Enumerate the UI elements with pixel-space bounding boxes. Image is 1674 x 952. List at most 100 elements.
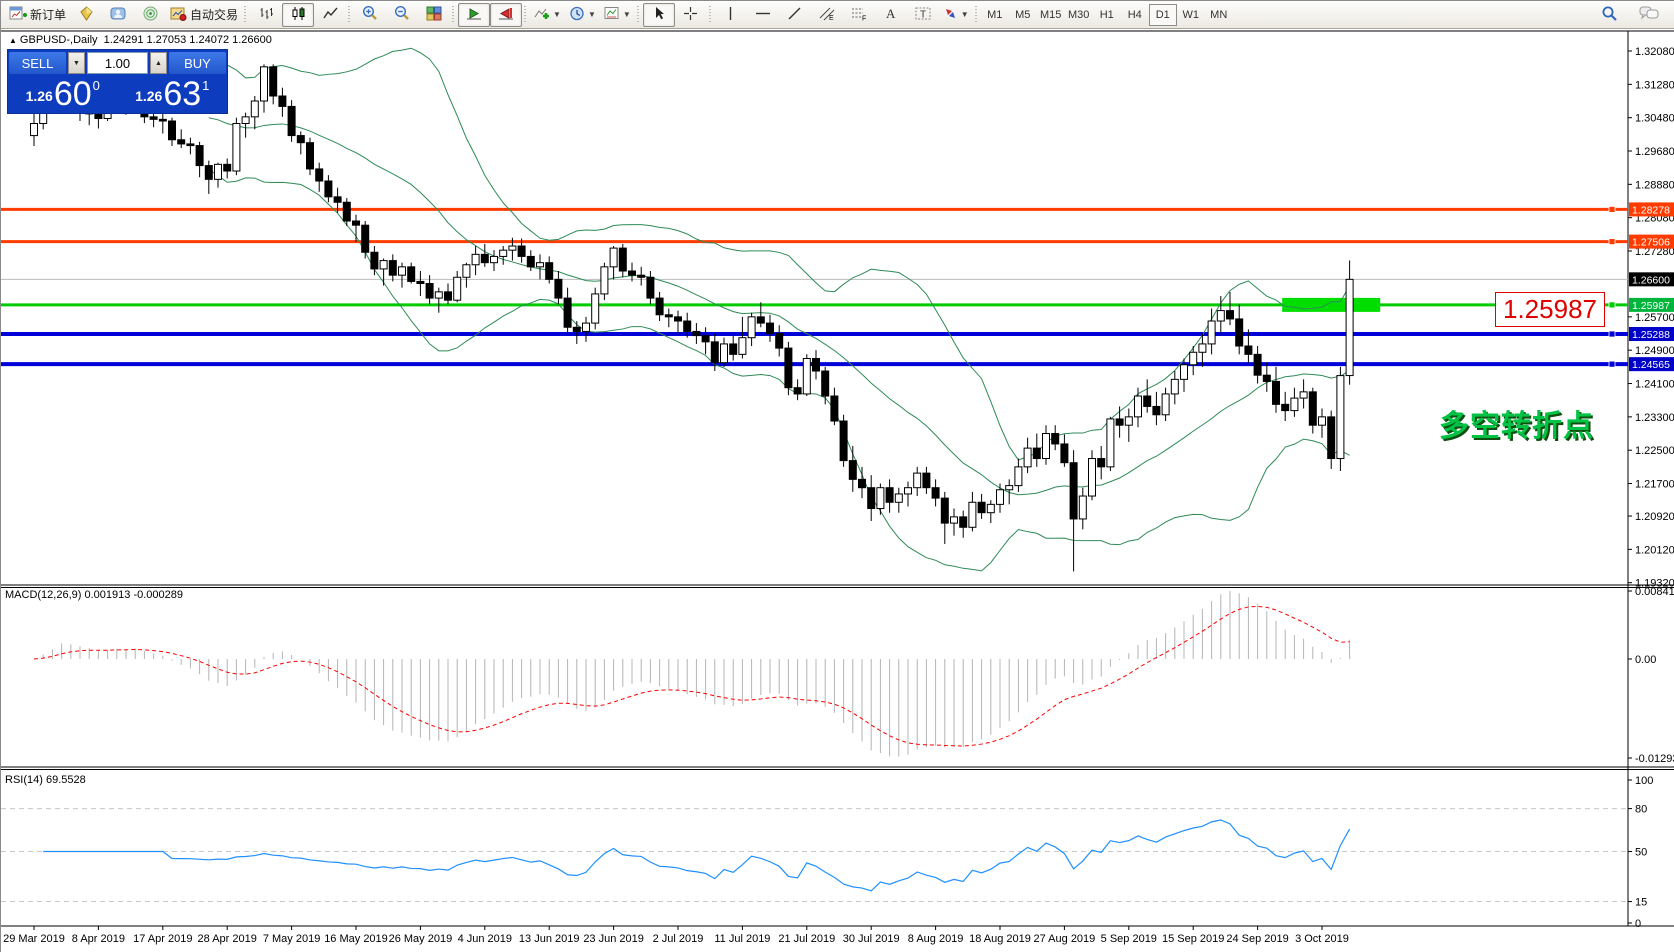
sell-price-big: 60 <box>54 79 92 109</box>
toolbar-separator <box>975 6 977 24</box>
buy-button[interactable]: BUY <box>169 52 226 74</box>
volume-decrease-button[interactable]: ▼ <box>68 52 85 74</box>
toolbar-text-button[interactable]: A <box>875 3 907 27</box>
toolbar-indicators-button[interactable]: ▼ <box>530 3 565 27</box>
candle-body <box>1153 406 1160 414</box>
highlight-zone-rect[interactable] <box>1282 298 1380 312</box>
toolbar-chart-shift-button[interactable] <box>490 3 522 27</box>
toolbar-candlestick-chart-button[interactable] <box>282 3 314 27</box>
toolbar-crosshair-button[interactable] <box>675 3 707 27</box>
timeframe-m5-button[interactable]: M5 <box>1009 4 1037 26</box>
chevron-down-icon[interactable]: ▼ <box>623 10 631 19</box>
templates-icon <box>604 6 620 24</box>
candle-body <box>343 202 350 221</box>
toolbar-chart-window-button[interactable] <box>70 3 102 27</box>
sell-button[interactable]: SELL <box>9 52 66 74</box>
line-handle[interactable] <box>1609 331 1615 337</box>
candle-body <box>987 504 994 512</box>
toolbar-text-label-button[interactable]: T <box>907 3 939 27</box>
toolbar-tile-windows-button[interactable] <box>418 3 450 27</box>
toolbar-separator <box>244 6 246 24</box>
chevron-down-icon[interactable]: ▼ <box>553 10 561 19</box>
buy-price-prefix: 1.26 <box>135 88 162 104</box>
toolbar-arrows-button[interactable]: ▼ <box>939 3 973 27</box>
price-callout-label[interactable]: 1.25987 <box>1495 292 1605 327</box>
candle-body <box>325 181 332 197</box>
price-axis-label: 1.20920 <box>1635 511 1674 523</box>
toolbar-auto-scroll-button[interactable] <box>458 3 490 27</box>
timeframe-h4-button[interactable]: H4 <box>1121 4 1149 26</box>
buy-price-display[interactable]: 1.26 63 1 <box>119 76 227 112</box>
toolbar-search-button[interactable] <box>1593 3 1625 27</box>
toolbar-bar-chart-button[interactable] <box>250 3 282 27</box>
date-axis-label: 8 Aug 2019 <box>908 933 964 945</box>
candle-body <box>1300 392 1307 398</box>
toolbar-cursor-button[interactable] <box>643 3 675 27</box>
line-handle[interactable] <box>1609 302 1615 308</box>
toolbar-chat-button[interactable] <box>1633 3 1665 27</box>
volume-input[interactable] <box>87 52 148 74</box>
candle-body <box>215 164 222 179</box>
price-axis-label: 1.30480 <box>1635 113 1674 125</box>
toolbar-line-chart-button[interactable] <box>314 3 346 27</box>
chevron-down-icon[interactable]: ▼ <box>588 10 596 19</box>
candle-body <box>675 317 682 321</box>
date-axis-label: 21 Jul 2019 <box>778 933 835 945</box>
toolbar-periods-button[interactable]: ▼ <box>565 3 600 27</box>
toolbar-zoom-out-button[interactable] <box>386 3 418 27</box>
candle-body <box>960 517 967 527</box>
chevron-down-icon[interactable]: ▼ <box>961 10 969 19</box>
timeframe-m15-button[interactable]: M15 <box>1037 4 1065 26</box>
autotrading-icon <box>170 6 187 24</box>
candle-body <box>1006 486 1013 490</box>
candle-body <box>1061 444 1068 463</box>
toolbar-horizontal-line-button[interactable] <box>747 3 779 27</box>
timeframe-m1-button[interactable]: M1 <box>981 4 1009 26</box>
toolbar-new-order-button[interactable]: 新订单 <box>5 3 70 27</box>
toolbar-vertical-line-button[interactable] <box>715 3 747 27</box>
volume-increase-button[interactable]: ▲ <box>150 52 167 74</box>
toolbar-fibonacci-button[interactable]: F <box>843 3 875 27</box>
candle-body <box>1181 365 1188 380</box>
sell-price-display[interactable]: 1.26 60 0 <box>9 76 117 112</box>
price-badge-label: 1.27506 <box>1632 237 1670 249</box>
turning-point-annotation[interactable]: 多空转折点 <box>1439 401 1594 445</box>
toolbar-separator <box>348 6 350 24</box>
candle-body <box>472 254 479 264</box>
toolbar-group: EFAT ▼ <box>715 2 973 28</box>
timeframe-mn-button[interactable]: MN <box>1205 4 1233 26</box>
price-chart: 1.320801.312801.304801.296801.288801.280… <box>1 29 1674 952</box>
toolbar-signals-button[interactable] <box>134 3 166 27</box>
candle-body <box>353 221 360 225</box>
toolbar-zoom-in-button[interactable] <box>354 3 386 27</box>
toolbar-templates-button[interactable]: ▼ <box>600 3 635 27</box>
candle-body <box>840 421 847 461</box>
date-axis-label: 11 Jul 2019 <box>714 933 770 945</box>
timeframe-w1-button[interactable]: W1 <box>1177 4 1205 26</box>
chart-window-icon <box>79 6 94 24</box>
candle-body <box>776 334 783 349</box>
candle-body <box>481 254 488 262</box>
timeframe-h1-button[interactable]: H1 <box>1093 4 1121 26</box>
candle-body <box>546 263 553 280</box>
timeframe-d1-button[interactable]: D1 <box>1149 4 1177 26</box>
price-axis-label: 1.20120 <box>1635 544 1674 556</box>
toolbar-autotrading-button[interactable]: 自动交易 <box>166 3 242 27</box>
candle-body <box>95 114 102 119</box>
chart-shift-icon <box>498 6 514 24</box>
line-handle[interactable] <box>1609 361 1615 367</box>
line-handle[interactable] <box>1609 239 1615 245</box>
candle-body <box>923 473 930 488</box>
candle-body <box>224 164 231 171</box>
toolbar-separator <box>709 6 711 24</box>
one-click-trading-panel: SELL ▼ ▲ BUY 1.26 60 0 1.26 63 1 <box>8 50 227 113</box>
line-handle[interactable] <box>1609 206 1615 212</box>
timeframe-toolbar: M1M5M15M30H1H4D1W1MN <box>981 2 1233 28</box>
candle-body <box>702 336 709 342</box>
toolbar-channel-button[interactable]: E <box>811 3 843 27</box>
toolbar-profile-button[interactable] <box>102 3 134 27</box>
candle-body <box>31 124 38 136</box>
candle-body <box>205 166 212 180</box>
toolbar-trendline-button[interactable] <box>779 3 811 27</box>
timeframe-m30-button[interactable]: M30 <box>1065 4 1093 26</box>
